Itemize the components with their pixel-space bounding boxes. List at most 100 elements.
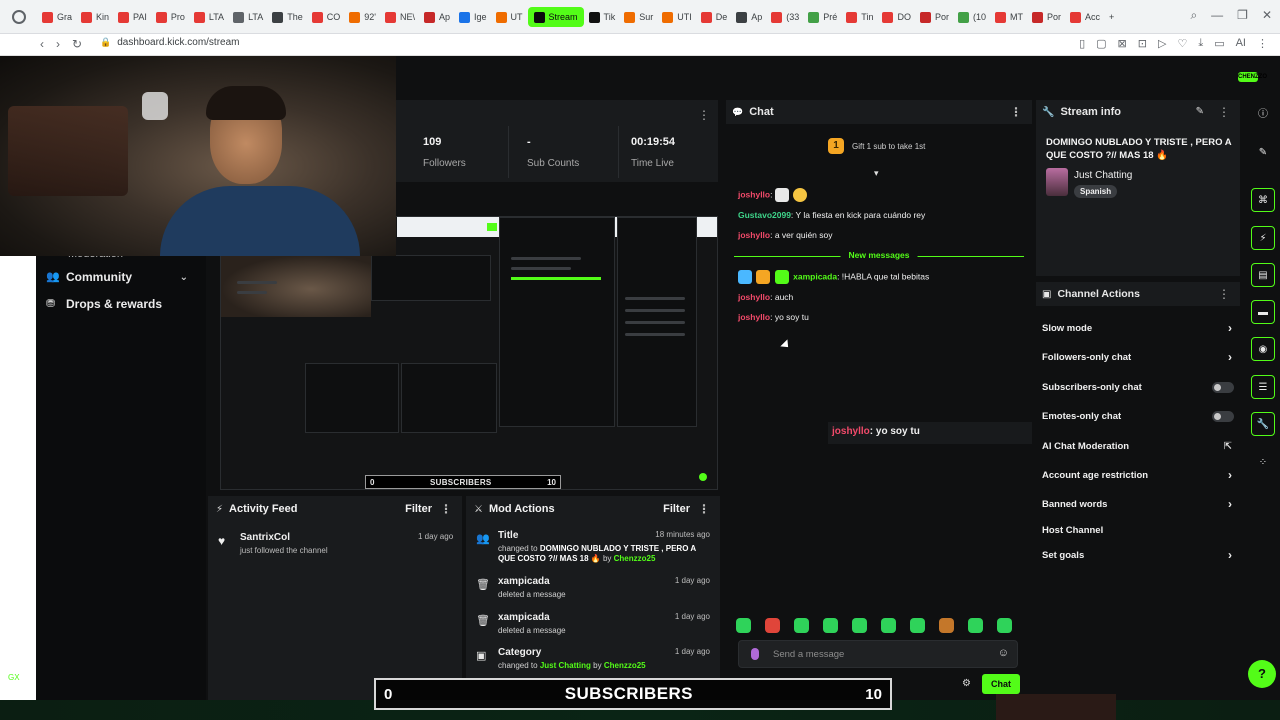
- stream-category[interactable]: Just Chatting: [1074, 170, 1132, 181]
- browser-tab[interactable]: Por: [1028, 7, 1065, 27]
- emote-icon[interactable]: [736, 618, 751, 633]
- pencil-icon[interactable]: ✎: [1251, 140, 1275, 164]
- browser-tab[interactable]: LTA: [190, 7, 228, 27]
- browser-tab[interactable]: Pré: [804, 7, 841, 27]
- profile-avatar[interactable]: CHENZZO: [1238, 72, 1267, 82]
- emote-icon[interactable]: [997, 618, 1012, 633]
- edit-icon[interactable]: ✎: [1196, 106, 1204, 117]
- emote-icon[interactable]: [852, 618, 867, 633]
- emote-icon[interactable]: [765, 618, 780, 633]
- action-followers-only[interactable]: Followers-only chat ›: [1042, 348, 1234, 366]
- emote-icon[interactable]: [881, 618, 896, 633]
- browser-tab[interactable]: Acc: [1066, 7, 1104, 27]
- document-icon[interactable]: ▤: [1251, 263, 1275, 287]
- more-options-icon[interactable]: ⋮: [1010, 105, 1022, 119]
- more-options-icon[interactable]: ⋮: [1218, 105, 1230, 119]
- emote-icon[interactable]: [910, 618, 925, 633]
- ext-icon[interactable]: ⊡: [1138, 37, 1147, 50]
- emote-icon[interactable]: [794, 618, 809, 633]
- back-icon[interactable]: ‹: [40, 37, 44, 51]
- forward-icon[interactable]: ›: [56, 37, 60, 51]
- bolt-icon[interactable]: ⚡: [1251, 226, 1275, 250]
- tab-stream-active[interactable]: Stream: [527, 7, 584, 27]
- more-options-icon[interactable]: ⋮: [698, 108, 710, 122]
- emotes-only-toggle[interactable]: [1212, 410, 1234, 422]
- browser-logo-icon[interactable]: [12, 10, 26, 24]
- new-tab-button[interactable]: +: [1105, 7, 1118, 27]
- ai-icon[interactable]: AI: [1236, 37, 1246, 50]
- browser-tab[interactable]: Tik: [585, 7, 620, 27]
- wallet-icon[interactable]: ▭: [1214, 37, 1224, 50]
- browser-tab[interactable]: Gra: [38, 7, 76, 27]
- sidebar-item-drops[interactable]: ⛃ Drops & rewards: [46, 297, 196, 311]
- info-icon[interactable]: ⓘ: [1251, 100, 1275, 124]
- browser-tab[interactable]: Ap: [420, 7, 454, 27]
- mod-user[interactable]: Chenzzo25: [604, 661, 646, 670]
- browser-tab[interactable]: UTI: [658, 7, 696, 27]
- heart-icon[interactable]: ♡: [1177, 37, 1187, 50]
- browser-tab[interactable]: UT: [492, 7, 527, 27]
- more-options-icon[interactable]: ⋮: [440, 502, 452, 516]
- browser-tab[interactable]: PAI: [114, 7, 151, 27]
- layout-icon[interactable]: ☰: [1251, 375, 1275, 399]
- reload-icon[interactable]: ↻: [72, 37, 82, 51]
- ext-icon[interactable]: ▯: [1079, 37, 1085, 50]
- action-ai-moderation[interactable]: AI Chat Moderation ⇱: [1042, 437, 1234, 455]
- browser-tab[interactable]: MT: [991, 7, 1027, 27]
- category-link[interactable]: Just Chatting: [540, 661, 591, 670]
- chat-username[interactable]: joshyllo: [738, 292, 770, 302]
- wrench-icon[interactable]: 🔧: [1251, 412, 1275, 436]
- browser-tab[interactable]: The: [268, 7, 307, 27]
- browser-tab[interactable]: NE\: [381, 7, 419, 27]
- browser-tab[interactable]: 92': [345, 7, 380, 27]
- emote-icon[interactable]: [968, 618, 983, 633]
- browser-tab[interactable]: Por: [916, 7, 953, 27]
- browser-tab[interactable]: Ap: [732, 7, 766, 27]
- chat-bubble-icon[interactable]: ▬: [1251, 300, 1275, 324]
- gift-leaderboard[interactable]: 1 Gift 1 sub to take 1st: [828, 138, 925, 154]
- emoji-icon[interactable]: ☺: [998, 647, 1009, 659]
- download-icon[interactable]: ⤓: [1198, 37, 1203, 50]
- more-options-icon[interactable]: ⋮: [1218, 287, 1230, 301]
- mod-item-title[interactable]: xampicada: [498, 612, 550, 623]
- chat-username[interactable]: joshyllo: [738, 230, 770, 240]
- browser-tab[interactable]: Ige: [455, 7, 491, 27]
- minimize-icon[interactable]: —: [1211, 8, 1223, 23]
- ext-icon[interactable]: ▢: [1096, 37, 1106, 50]
- search-tabs-icon[interactable]: ⌕: [1190, 8, 1197, 23]
- browser-tab[interactable]: Sur: [620, 7, 657, 27]
- subscribers-only-toggle[interactable]: [1212, 381, 1234, 393]
- pinned-collapse-icon[interactable]: ▾: [874, 168, 879, 179]
- action-slow-mode[interactable]: Slow mode ›: [1042, 319, 1234, 337]
- close-icon[interactable]: ✕: [1262, 8, 1272, 23]
- emote-icon[interactable]: [939, 618, 954, 633]
- action-set-goals[interactable]: Set goals ›: [1042, 546, 1234, 564]
- chat-username[interactable]: joshyllo: [738, 189, 770, 199]
- browser-tab[interactable]: Tin: [842, 7, 877, 27]
- maximize-icon[interactable]: ❐: [1237, 8, 1248, 23]
- support-icon[interactable]: ?: [1248, 660, 1276, 688]
- action-account-age[interactable]: Account age restriction ›: [1042, 466, 1234, 484]
- browser-tab[interactable]: Kin: [77, 7, 113, 27]
- send-chat-button[interactable]: Chat: [982, 674, 1020, 694]
- broadcast-icon[interactable]: ◉: [1251, 337, 1275, 361]
- capture-icon[interactable]: ⌘: [1251, 188, 1275, 212]
- ext-icon[interactable]: ⊠: [1118, 37, 1127, 50]
- play-icon[interactable]: ▷: [1158, 37, 1166, 50]
- mod-filter-button[interactable]: Filter: [663, 503, 690, 515]
- emote-icon[interactable]: [823, 618, 838, 633]
- more-options-icon[interactable]: ⋮: [698, 502, 710, 516]
- chat-input[interactable]: Send a message ☺: [738, 640, 1018, 668]
- browser-tab[interactable]: DO: [878, 7, 915, 27]
- site-info-icon[interactable]: 🔒: [100, 37, 111, 47]
- address-bar[interactable]: 🔒 dashboard.kick.com/stream: [100, 37, 240, 48]
- mic-icon[interactable]: [751, 648, 759, 660]
- feed-user[interactable]: SantrixCol: [240, 532, 290, 543]
- sidebar-item-community[interactable]: 👥 Community ⌄: [46, 270, 196, 284]
- chat-username[interactable]: xampicada: [793, 271, 837, 281]
- browser-tab[interactable]: De: [697, 7, 732, 27]
- browser-tab[interactable]: (10: [954, 7, 990, 27]
- browser-tab[interactable]: LTA: [229, 7, 267, 27]
- action-host-channel[interactable]: Host Channel: [1042, 521, 1234, 539]
- mod-item-title[interactable]: xampicada: [498, 576, 550, 587]
